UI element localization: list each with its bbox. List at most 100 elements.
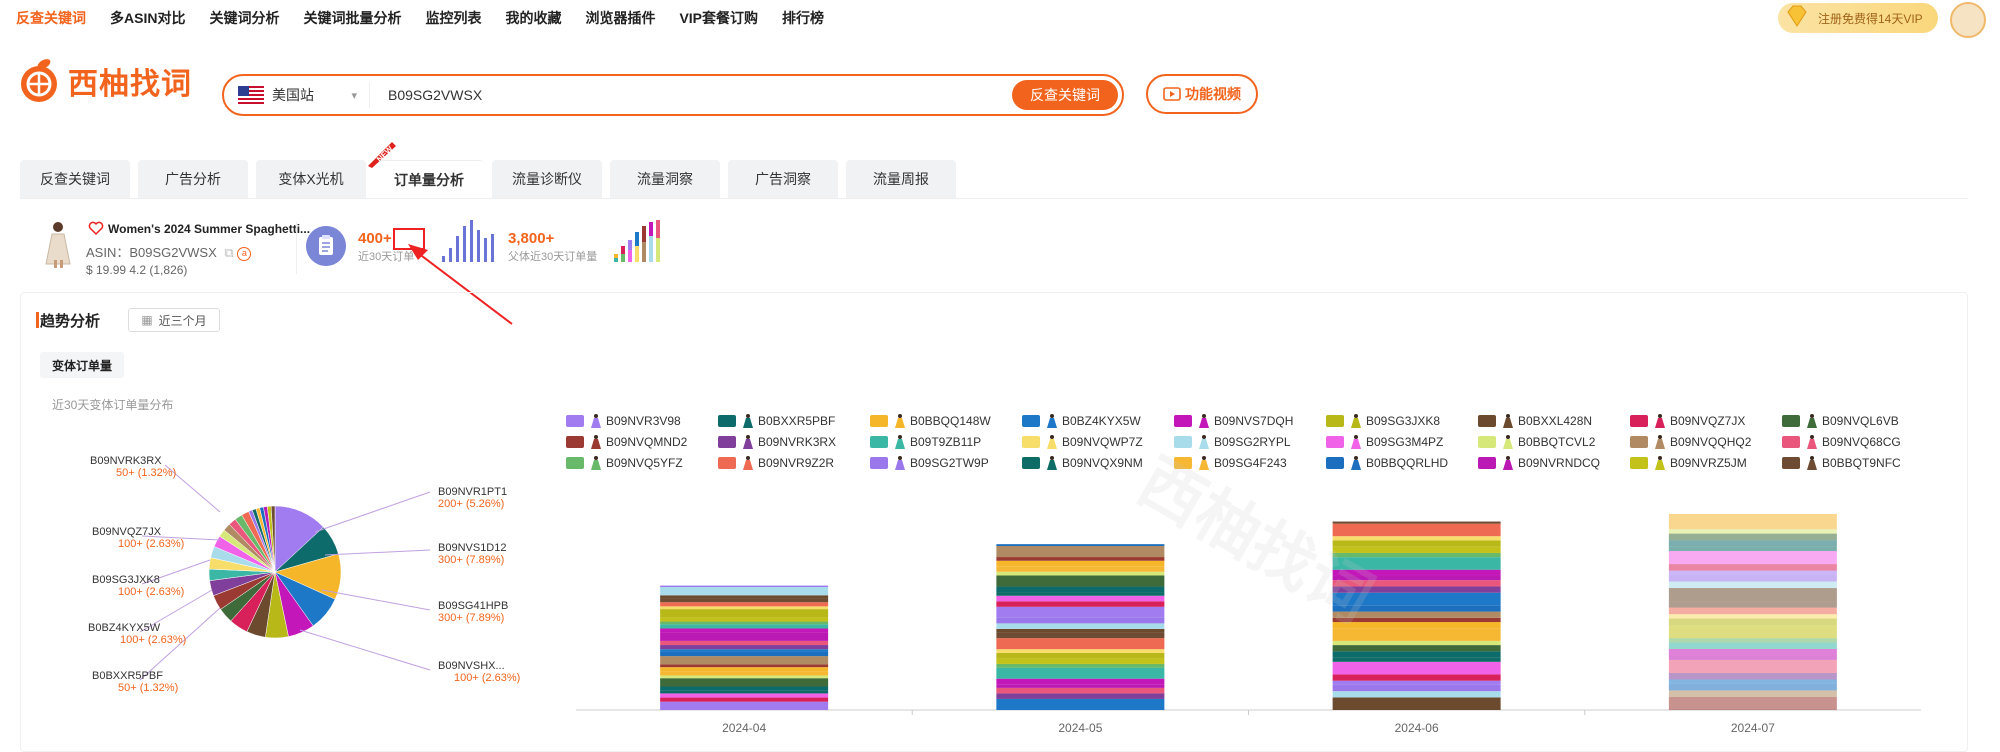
bar-segment[interactable] [1668, 516, 1837, 530]
bar-segment[interactable] [1332, 622, 1501, 629]
bar-segment[interactable] [660, 617, 829, 622]
legend-item[interactable]: B0BBQTCVL2 [1478, 431, 1630, 452]
bar-segment[interactable] [660, 606, 829, 610]
legend-item[interactable]: B09NVQ5YFZ [566, 452, 718, 473]
bar-segment[interactable] [660, 585, 829, 587]
bar-segment[interactable] [1668, 679, 1837, 684]
legend-item[interactable]: B0BBQQRLHD [1326, 452, 1478, 473]
bar-segment[interactable] [660, 628, 829, 633]
bar-segment[interactable] [660, 664, 829, 668]
bar-segment[interactable] [660, 693, 829, 698]
search-input[interactable] [388, 87, 988, 103]
legend-item[interactable]: B09SG3JXK8 [1326, 410, 1478, 431]
bar-segment[interactable] [1332, 684, 1501, 692]
legend-item[interactable]: B09NVQL6VB [1782, 410, 1934, 431]
tab-ad-analysis[interactable]: 广告分析 [138, 160, 248, 198]
bar-segment[interactable] [1332, 691, 1501, 698]
bar-segment[interactable] [996, 693, 1165, 699]
bar-segment[interactable] [660, 586, 829, 596]
site-select[interactable]: 美国站 ▾ [224, 82, 370, 108]
bar-segment[interactable] [1668, 551, 1837, 565]
bar-segment[interactable] [1668, 588, 1837, 602]
bar-segment[interactable] [996, 623, 1165, 629]
bar-segment[interactable] [1668, 614, 1837, 619]
bar-segment[interactable] [996, 571, 1165, 576]
bar-segment[interactable] [996, 586, 1165, 593]
bar-segment[interactable] [1668, 574, 1837, 582]
nav-item-multi-asin[interactable]: 多ASIN对比 [110, 8, 185, 28]
bar-segment[interactable] [996, 601, 1165, 607]
bar-segment[interactable] [996, 658, 1165, 664]
date-range-select[interactable]: ▦ 近三个月 [128, 308, 220, 332]
bar-segment[interactable] [660, 598, 829, 603]
bar-segment[interactable] [1332, 628, 1501, 641]
bar-segment[interactable] [660, 602, 829, 607]
heart-icon[interactable] [88, 220, 104, 236]
bar-segment[interactable] [996, 606, 1165, 618]
bar-segment[interactable] [996, 566, 1165, 572]
product-title[interactable]: Women's 2024 Summer Spaghetti... [108, 222, 310, 236]
bar-segment[interactable] [1668, 625, 1837, 639]
bar-segment[interactable] [1668, 655, 1837, 660]
bar-segment[interactable] [996, 678, 1165, 685]
legend-item[interactable]: B09NVR3V98 [566, 410, 718, 431]
bar-segment[interactable] [996, 592, 1165, 596]
bar-segment[interactable] [996, 652, 1165, 659]
bar-segment[interactable] [1668, 696, 1837, 710]
legend-item[interactable]: B09NVRZ5JM [1630, 452, 1782, 473]
nav-item-favorites[interactable]: 我的收藏 [505, 8, 561, 28]
bar-segment[interactable] [996, 687, 1165, 694]
legend-item[interactable]: B0BXXL428N [1478, 410, 1630, 431]
bar-segment[interactable] [660, 632, 829, 641]
bar-segment[interactable] [660, 678, 829, 687]
vip-signup-button[interactable]: 注册免费得14天VIP [1778, 3, 1938, 33]
bar-segment[interactable] [660, 649, 829, 652]
tab-ad-insight[interactable]: 广告洞察 [728, 160, 838, 198]
bar-segment[interactable] [1668, 683, 1837, 691]
bar-segment[interactable] [660, 624, 829, 629]
legend-item[interactable]: B09SG2TW9P [870, 452, 1022, 473]
bar-segment[interactable] [1668, 601, 1837, 608]
bar-segment[interactable] [996, 575, 1165, 587]
nav-item-browser-plugin[interactable]: 浏览器插件 [585, 8, 655, 28]
tab-traffic-diagnosis[interactable]: 流量诊断仪 [492, 160, 602, 198]
bar-segment[interactable] [660, 609, 829, 618]
bar-segment[interactable] [1668, 581, 1837, 589]
bar-segment[interactable] [1332, 640, 1501, 646]
legend-item[interactable]: B09T9ZB11P [870, 431, 1022, 452]
bar-segment[interactable] [996, 557, 1165, 561]
product-thumbnail[interactable] [40, 220, 76, 268]
bar-segment[interactable] [996, 698, 1165, 710]
tab-reverse-keyword[interactable]: 反查关键词 [20, 160, 130, 198]
bar-segment[interactable] [660, 675, 829, 679]
bar-segment[interactable] [996, 667, 1165, 679]
tab-traffic-insight[interactable]: 流量洞察 [610, 160, 720, 198]
bar-segment[interactable] [1668, 564, 1837, 571]
bar-segment[interactable] [996, 617, 1165, 624]
amazon-icon[interactable]: a [237, 246, 252, 261]
bar-segment[interactable] [996, 638, 1165, 650]
bar-segment[interactable] [1668, 618, 1837, 626]
bar-segment[interactable] [996, 545, 1165, 558]
bar-segment[interactable] [1668, 659, 1837, 673]
bar-segment[interactable] [996, 628, 1165, 633]
tab-variant-orders[interactable]: 变体订单量 [40, 352, 124, 378]
legend-item[interactable]: B09NVQMND2 [566, 431, 718, 452]
legend-item[interactable]: B09NVRNDCQ [1478, 452, 1630, 473]
bar-segment[interactable] [996, 632, 1165, 639]
bar-segment[interactable] [1668, 649, 1837, 656]
legend-item[interactable]: B0BXXR5PBF [718, 410, 870, 431]
legend-item[interactable]: B09NVR9Z2R [718, 452, 870, 473]
nav-item-batch-analysis[interactable]: 关键词批量分析 [303, 8, 401, 28]
nav-item-keyword-analysis[interactable]: 关键词分析 [209, 8, 279, 28]
bar-segment[interactable] [660, 701, 829, 710]
nav-item-ranking[interactable]: 排行榜 [782, 8, 824, 28]
bar-segment[interactable] [660, 667, 829, 672]
bar-segment[interactable] [660, 645, 829, 650]
bar-segment[interactable] [1332, 680, 1501, 685]
legend-item[interactable]: B09SG3M4PZ [1326, 431, 1478, 452]
bar-segment[interactable] [1668, 570, 1837, 575]
nav-item-vip[interactable]: VIP套餐订购 [679, 8, 758, 28]
bar-segment[interactable] [1668, 514, 1837, 517]
bar-segment[interactable] [996, 663, 1165, 668]
